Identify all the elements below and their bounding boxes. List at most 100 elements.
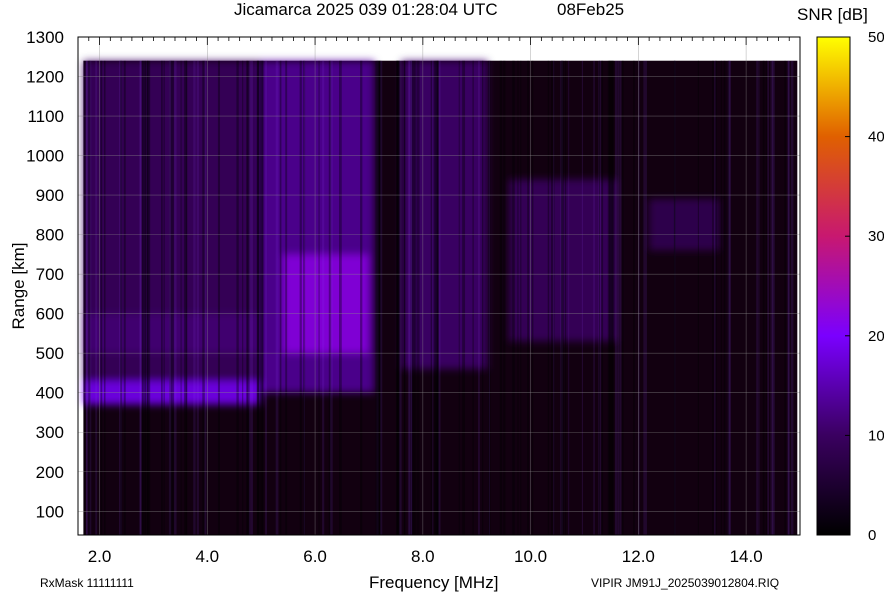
y-tick-label: 1300: [26, 28, 64, 47]
stripe: [767, 60, 770, 535]
stripe: [193, 60, 196, 535]
stripe: [765, 60, 767, 535]
stripe: [488, 60, 490, 535]
stripe: [140, 60, 142, 535]
stripe: [462, 60, 466, 535]
stripe: [275, 60, 279, 535]
stripe: [318, 60, 320, 535]
stripe: [144, 60, 146, 535]
stripe: [339, 60, 342, 535]
colorbar-tick-label: 30: [868, 228, 884, 245]
y-tick-label: 300: [36, 423, 64, 442]
stripe: [561, 60, 564, 535]
stripe: [173, 60, 177, 535]
stripe: [433, 60, 436, 535]
y-tick-label: 1100: [27, 107, 64, 126]
stripe: [633, 60, 635, 535]
stripe: [503, 60, 506, 535]
stripe: [217, 60, 221, 535]
stripe: [770, 60, 774, 535]
stripe: [322, 60, 325, 535]
y-tick-label: 100: [36, 502, 64, 521]
stripe: [95, 60, 98, 535]
stripe: [553, 60, 555, 535]
stripe: [564, 60, 567, 535]
y-tick-label: 500: [36, 344, 64, 363]
stripe: [168, 60, 172, 535]
stripe: [360, 60, 363, 535]
x-tick-label: 14.0: [730, 547, 763, 566]
stripe: [619, 60, 622, 535]
heatmap-cell: [282, 254, 369, 354]
stripe: [790, 60, 794, 535]
stripe: [403, 60, 406, 535]
stripe: [196, 60, 199, 535]
stripe: [614, 60, 618, 535]
stripe: [142, 60, 144, 535]
stripe: [621, 60, 624, 535]
stripe: [756, 60, 759, 535]
stripe: [727, 60, 731, 535]
stripe: [180, 60, 182, 535]
stripe: [598, 60, 600, 535]
stripe: [123, 60, 126, 535]
stripe: [720, 60, 722, 535]
colorbar-tick-label: 40: [868, 129, 884, 146]
stripe: [160, 60, 163, 535]
stripe: [643, 60, 646, 535]
colorbar-tick-label: 10: [868, 427, 884, 444]
stripe: [163, 60, 165, 535]
stripe: [377, 60, 381, 535]
stripe: [414, 60, 417, 535]
stripe: [236, 60, 239, 535]
colorbar-tick-label: 50: [868, 29, 884, 46]
y-tick-label: 200: [36, 463, 64, 482]
stripe: [259, 60, 263, 535]
x-tick-label: 4.0: [195, 547, 219, 566]
stripe: [399, 60, 402, 535]
stripe: [593, 60, 595, 535]
stripe: [257, 60, 260, 535]
stripe: [279, 60, 282, 535]
stripe: [86, 60, 89, 535]
stripe: [299, 60, 302, 535]
x-tick-label: 12.0: [622, 547, 655, 566]
ionogram-chart: 2.0 4.0 6.0 8.0 10.0 12.0 14.01002003004005006…: [26, 28, 884, 566]
stripe: [396, 60, 400, 535]
stripe: [204, 60, 207, 535]
stripe: [758, 60, 760, 535]
stripe: [246, 60, 248, 535]
stripe: [248, 60, 251, 535]
stripe: [436, 60, 439, 535]
heatmap-cell: [649, 199, 720, 251]
x-tick-label: 2.0: [88, 547, 112, 566]
stripe: [712, 60, 714, 535]
stripe: [285, 60, 288, 535]
stripe: [787, 60, 790, 535]
stripe: [251, 60, 253, 535]
y-tick-label: 700: [36, 265, 64, 284]
stripe: [517, 60, 519, 535]
stripe: [330, 60, 333, 535]
stripe: [458, 60, 460, 535]
stripe: [120, 60, 123, 535]
y-tick-label: 400: [36, 384, 64, 403]
stripe: [723, 60, 726, 535]
colorbar-tick-label: 0: [868, 527, 876, 544]
stripe: [531, 60, 534, 535]
y-tick-label: 900: [36, 186, 64, 205]
stripe: [520, 60, 522, 535]
stripe: [512, 60, 515, 535]
stripe: [611, 60, 615, 535]
colorbar-tick-label: 20: [868, 328, 884, 345]
colorbar: 0 10 20 30 40 50: [816, 29, 884, 544]
stripe: [83, 60, 86, 535]
y-tick-label: 800: [36, 226, 64, 245]
stripe: [147, 60, 150, 535]
x-tick-label: 6.0: [303, 547, 327, 566]
colorbar-gradient: [816, 36, 851, 536]
stripe: [171, 60, 175, 535]
stripe: [100, 60, 103, 535]
stripe: [617, 60, 620, 535]
stripe: [715, 60, 717, 535]
